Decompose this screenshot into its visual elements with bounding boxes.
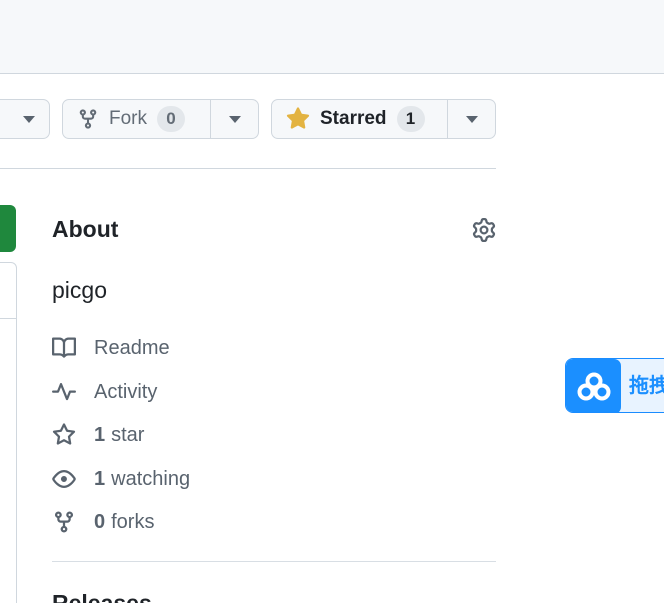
readme-label: Readme [94, 336, 170, 359]
star-fill-icon [286, 107, 310, 129]
watchers-link[interactable]: 1 watching [52, 465, 190, 493]
stars-count: 1 [94, 423, 106, 446]
fork-dropdown-button[interactable] [210, 100, 258, 138]
watchers-count: 1 [94, 467, 106, 490]
about-heading: About [52, 216, 119, 242]
repo-description: picgo [52, 277, 107, 303]
starred-button[interactable]: Starred 1 [272, 100, 447, 138]
fork-count: 0 [157, 106, 185, 132]
chevron-down-icon [465, 115, 478, 123]
activity-link[interactable]: Activity [52, 378, 157, 406]
file-list-panel [0, 262, 17, 603]
forks-link[interactable]: 0 forks [52, 508, 154, 536]
code-button[interactable] [0, 205, 16, 252]
eye-icon [52, 470, 76, 488]
gear-icon[interactable] [472, 218, 496, 242]
about-divider [52, 561, 496, 562]
floating-widget-text: 拖拽 [629, 375, 664, 397]
starred-label: Starred [320, 108, 387, 129]
star-count: 1 [396, 106, 425, 132]
readme-link[interactable]: Readme [52, 334, 170, 362]
watch-button-group[interactable] [0, 99, 50, 139]
fork-button[interactable]: Fork 0 [63, 100, 210, 138]
watchers-label: watching [111, 467, 191, 490]
cloud-icon [566, 359, 621, 412]
top-bar [0, 0, 664, 74]
stars-link[interactable]: 1 star [52, 421, 144, 449]
star-dropdown-button[interactable] [447, 100, 495, 138]
forks-count: 0 [94, 510, 106, 533]
repo-forked-icon [79, 109, 97, 129]
baidu-netdisk-floating-widget[interactable]: 拖拽 [565, 358, 664, 413]
pulse-icon [52, 383, 76, 401]
fork-label: Fork [109, 108, 147, 129]
stars-label: star [111, 423, 145, 446]
star-outline-icon [52, 423, 76, 445]
releases-heading[interactable]: Releases [52, 590, 152, 603]
book-icon [52, 337, 76, 358]
fork-button-group: Fork 0 [62, 99, 259, 139]
chevron-down-icon [23, 115, 35, 123]
activity-label: Activity [94, 380, 158, 403]
forks-label: forks [111, 510, 155, 533]
repo-forked-icon [55, 511, 73, 533]
file-list-divider [0, 318, 16, 319]
header-divider [0, 168, 496, 169]
chevron-down-icon [228, 115, 241, 123]
watch-dropdown-button[interactable] [0, 100, 49, 138]
star-button-group: Starred 1 [271, 99, 496, 139]
